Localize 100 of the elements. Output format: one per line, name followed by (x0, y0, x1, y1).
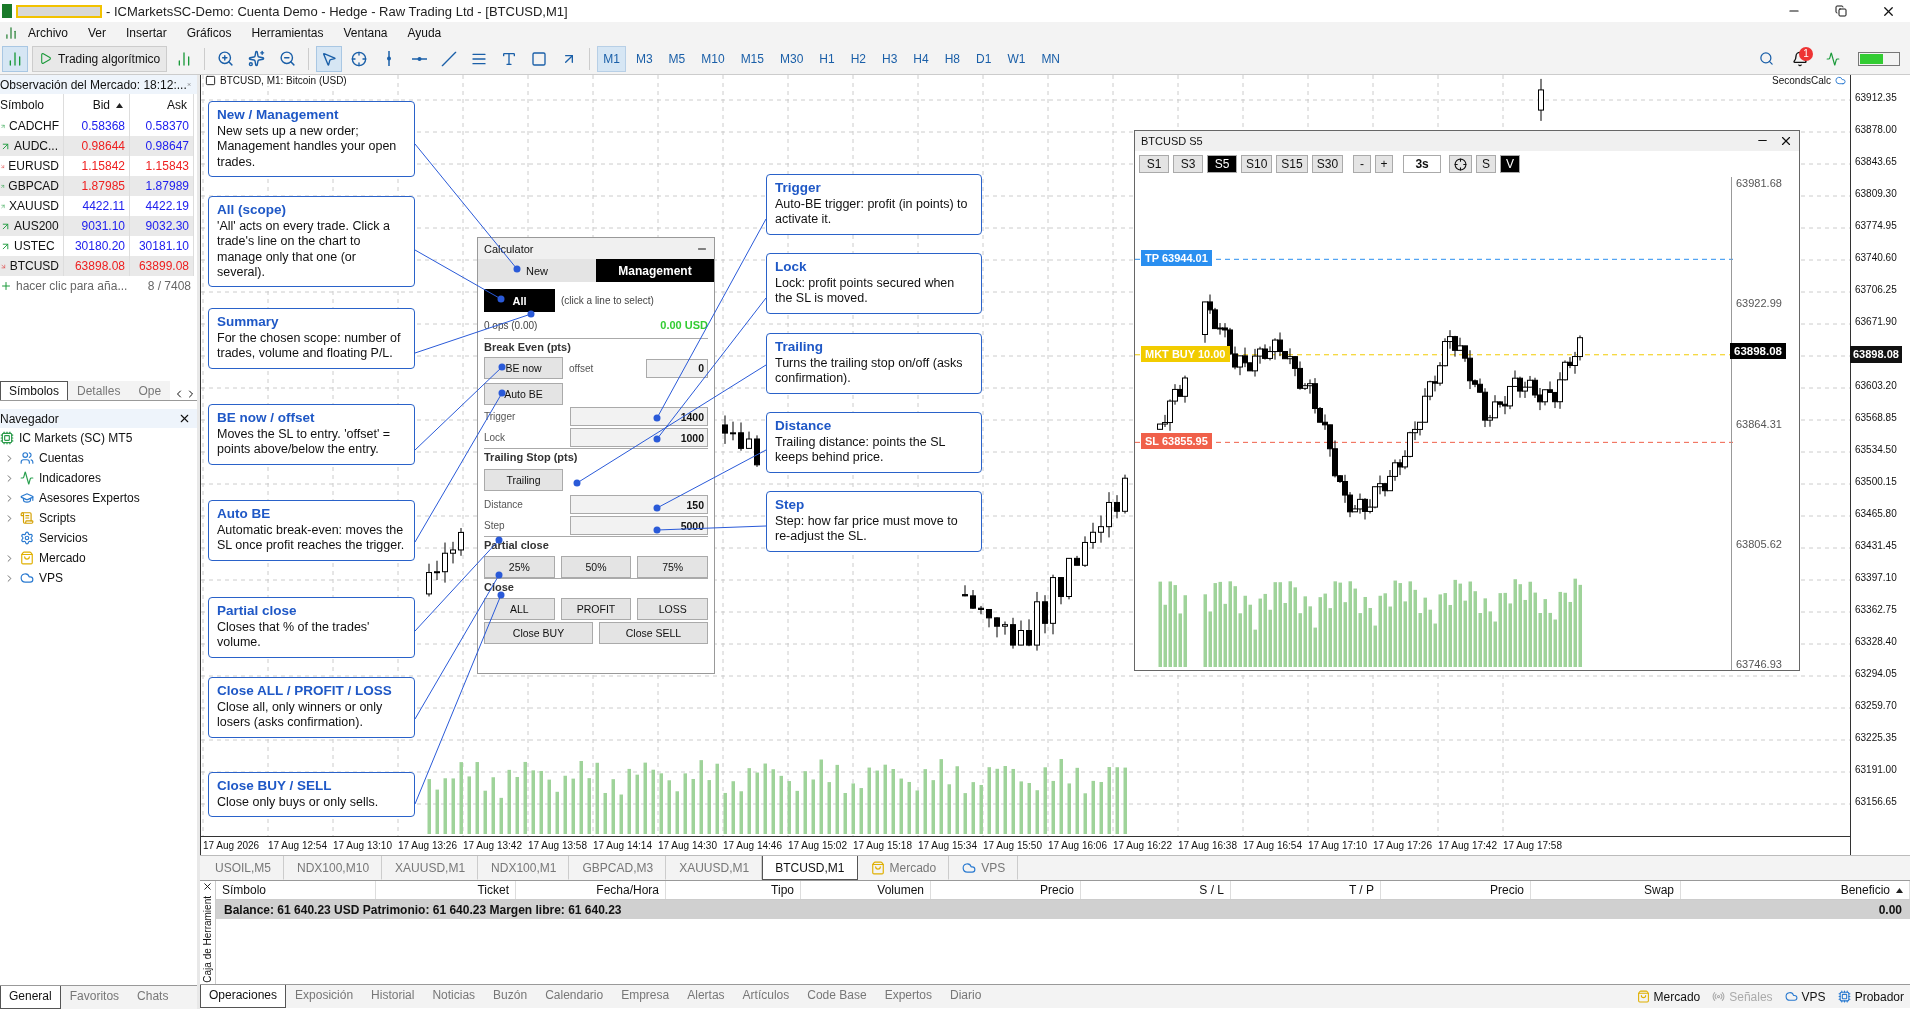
algo-trading-button[interactable]: Trading algorítmico (32, 45, 168, 72)
auto-be-button[interactable]: Auto BE (484, 383, 563, 405)
mode-tab[interactable]: Management (596, 259, 714, 282)
column-header[interactable]: Tipo (666, 881, 801, 899)
panel-tab[interactable]: Favoritos (60, 986, 129, 1009)
timeframe-button[interactable]: M30 (773, 45, 810, 72)
menu-item[interactable]: Ver (78, 25, 117, 40)
tree-item[interactable]: Cuentas (39, 451, 84, 465)
period-button[interactable]: S1 (1139, 155, 1169, 173)
tree-item[interactable]: IC Markets (SC) MT5 (19, 431, 133, 445)
interval-field[interactable]: 3s (1403, 155, 1442, 173)
tree-item[interactable]: Mercado (39, 551, 86, 565)
menu-item[interactable]: Archivo (18, 25, 78, 40)
toolbox-tab[interactable]: Noticias (423, 985, 485, 1008)
column-header[interactable]: Precio (1381, 881, 1531, 899)
menu-item[interactable]: Gráficos (176, 25, 242, 40)
timeframe-button[interactable]: H2 (844, 45, 872, 72)
toolbox-tab[interactable]: Buzón (484, 985, 537, 1008)
timeframe-button[interactable]: H8 (938, 45, 967, 72)
column-header[interactable]: Precio (931, 881, 1081, 899)
chart-tab[interactable]: GBPCAD,M3 (569, 856, 667, 880)
timeframe-button[interactable]: M15 (734, 45, 770, 72)
toggle-button[interactable]: S (1476, 155, 1497, 173)
panel-tab[interactable]: Detalles (68, 381, 130, 400)
chart-tab[interactable]: XAUUSD,M1 (382, 856, 479, 880)
toolbox-tab[interactable]: Code Base (798, 985, 876, 1008)
period-button[interactable]: S3 (1173, 155, 1203, 173)
timeframe-button[interactable]: M3 (629, 45, 659, 72)
menu-item[interactable]: Ayuda (397, 25, 452, 40)
column-header[interactable]: Ticket (376, 881, 516, 899)
add-symbol-hint[interactable]: hacer clic para aña... (16, 279, 128, 293)
column-header[interactable]: S / L (1081, 881, 1231, 899)
trailing-button[interactable]: Trailing (484, 469, 563, 491)
close-side-button[interactable]: Close BUY (484, 622, 593, 644)
lock-field[interactable]: 1000 (570, 428, 708, 447)
period-button[interactable]: S15 (1276, 155, 1308, 173)
partial-close-button[interactable]: 25% (484, 556, 555, 578)
timeframe-button[interactable]: MN (1035, 45, 1067, 72)
menu-item[interactable]: Ventana (333, 25, 398, 40)
toolbox-tab[interactable]: Diario (941, 985, 991, 1008)
column-header[interactable]: Fecha/Hora (516, 881, 666, 899)
offset-field[interactable]: 0 (646, 358, 708, 378)
timeframe-button[interactable]: H4 (907, 45, 935, 72)
panel-tab[interactable]: Símbolos (0, 381, 69, 400)
period-button[interactable]: S10 (1241, 155, 1273, 173)
trigger-field[interactable]: 1400 (570, 407, 708, 426)
column-header[interactable]: Símbolo (216, 881, 376, 899)
period-button[interactable]: S5 (1207, 155, 1237, 173)
tree-item[interactable]: Asesores Expertos (39, 491, 140, 505)
column-header[interactable]: Swap (1531, 881, 1681, 899)
toolbox-tab[interactable]: Operaciones (200, 985, 287, 1008)
panel-tab[interactable]: Chats (128, 986, 178, 1009)
chart-tab[interactable]: VPS (949, 856, 1019, 880)
scope-button[interactable]: All (484, 289, 555, 312)
chart-tab[interactable]: Mercado (857, 856, 950, 880)
column-header[interactable]: Beneficio (1681, 881, 1910, 899)
menu-item[interactable]: Herramientas (241, 25, 334, 40)
period-button[interactable]: S30 (1311, 155, 1344, 173)
chart-tab[interactable]: NDX100,M1 (478, 856, 570, 880)
toggle-button[interactable]: V (1500, 155, 1521, 173)
close-button[interactable]: ALL (484, 598, 555, 620)
menu-item[interactable]: Insertar (116, 25, 177, 40)
tree-item[interactable]: VPS (39, 571, 63, 585)
timeframe-button[interactable]: W1 (1001, 45, 1032, 72)
close-button[interactable]: PROFIT (560, 598, 632, 620)
toolbox-tab[interactable]: Alertas (678, 985, 734, 1008)
chart-tab[interactable]: BTCUSD,M1 (762, 856, 858, 880)
partial-close-button[interactable]: 50% (560, 556, 632, 578)
panel-tab[interactable]: Ope (129, 381, 171, 400)
column-header[interactable]: T / P (1231, 881, 1381, 899)
zoom-button[interactable]: - (1353, 155, 1372, 173)
timeframe-button[interactable]: H1 (813, 45, 841, 72)
column-header[interactable]: Volumen (801, 881, 931, 899)
timeframe-button[interactable]: D1 (970, 45, 998, 72)
panel-tab[interactable]: General (0, 986, 61, 1009)
timeframe-button[interactable]: H3 (876, 45, 904, 72)
toolbox-tab[interactable]: Exposición (286, 985, 363, 1008)
timeframe-button[interactable]: M5 (662, 45, 692, 72)
close-side-button[interactable]: Close SELL (599, 622, 708, 644)
timeframe-button[interactable]: M1 (597, 45, 626, 72)
tree-item[interactable]: Indicadores (39, 471, 102, 485)
status-item[interactable]: VPS (1778, 989, 1832, 1004)
partial-close-button[interactable]: 75% (637, 556, 708, 578)
tree-item[interactable]: Scripts (39, 511, 76, 525)
chart-tab[interactable]: NDX100,M10 (284, 856, 383, 880)
toolbox-tab[interactable]: Artículos (733, 985, 799, 1008)
close-button[interactable]: LOSS (637, 598, 708, 620)
chart-tab[interactable]: USOIL,M5 (202, 856, 284, 880)
status-item[interactable]: Probador (1831, 989, 1910, 1004)
toolbox-tab[interactable]: Historial (362, 985, 424, 1008)
toolbox-tab[interactable]: Calendario (536, 985, 613, 1008)
toolbox-tab[interactable]: Expertos (875, 985, 941, 1008)
status-item[interactable]: Mercado (1630, 989, 1707, 1004)
toolbox-tab[interactable]: Empresa (612, 985, 679, 1008)
be-now-button[interactable]: BE now (484, 357, 563, 379)
distance-field[interactable]: 150 (570, 495, 708, 514)
mode-tab[interactable]: New (478, 259, 596, 282)
zoom-button[interactable]: + (1375, 155, 1394, 173)
timeframe-button[interactable]: M10 (695, 45, 731, 72)
tree-item[interactable]: Servicios (39, 531, 88, 545)
